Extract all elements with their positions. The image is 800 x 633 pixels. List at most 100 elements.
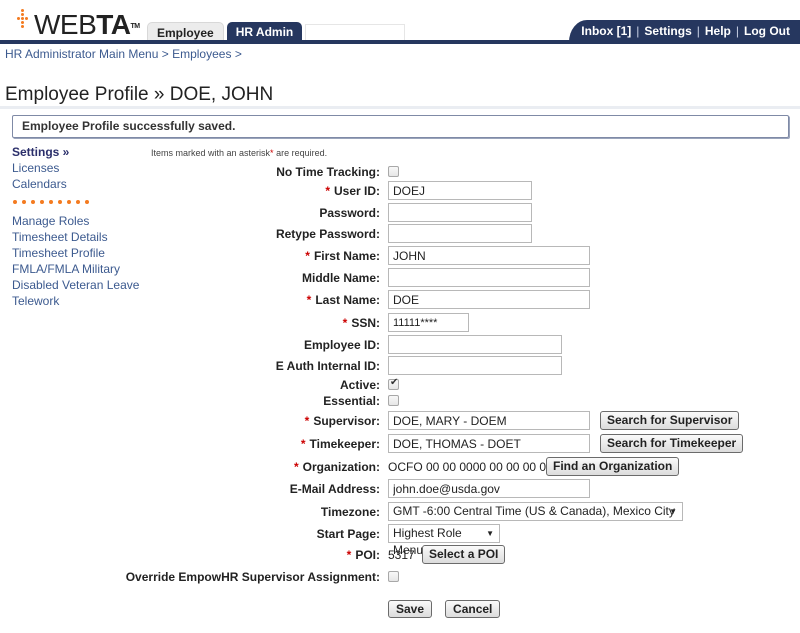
required-star-icon: * bbox=[346, 548, 352, 562]
start-page-label: Start Page: bbox=[316, 527, 380, 541]
header: WEBTATM Employee HR Admin Inbox [1] | Se… bbox=[0, 0, 800, 44]
password-label: Password: bbox=[319, 206, 380, 220]
row-override-empowhr: Override EmpowHR Supervisor Assignment: bbox=[0, 567, 800, 587]
poi-value: 5317 bbox=[388, 548, 415, 562]
supervisor-input[interactable] bbox=[388, 411, 590, 430]
row-no-time-tracking: No Time Tracking: bbox=[0, 162, 800, 182]
middle-name-input[interactable] bbox=[388, 268, 590, 287]
search-supervisor-button[interactable]: Search for Supervisor bbox=[600, 411, 740, 430]
ssn-label: * SSN: bbox=[342, 316, 380, 330]
retype-password-input[interactable] bbox=[388, 224, 532, 243]
tab-employee[interactable]: Employee bbox=[147, 22, 224, 41]
required-star-icon: * bbox=[342, 316, 348, 330]
row-user-id: * User ID: bbox=[0, 181, 800, 201]
required-star-icon: * bbox=[300, 437, 306, 451]
ssn-input[interactable] bbox=[388, 313, 469, 332]
row-essential: Essential: bbox=[0, 391, 800, 411]
last-name-label: * Last Name: bbox=[306, 293, 380, 307]
row-middle-name: Middle Name: bbox=[0, 268, 800, 288]
essential-label: Essential: bbox=[323, 394, 380, 408]
row-password: Password: bbox=[0, 203, 800, 223]
inbox-link[interactable]: Inbox [1] bbox=[581, 24, 631, 38]
first-name-input[interactable] bbox=[388, 246, 590, 265]
breadcrumb-separator: > bbox=[234, 47, 242, 61]
row-employee-id: Employee ID: bbox=[0, 335, 800, 355]
tab-blank bbox=[305, 24, 406, 41]
timekeeper-input[interactable] bbox=[388, 434, 590, 453]
email-label: E-Mail Address: bbox=[289, 482, 380, 496]
breadcrumb-employees[interactable]: Employees bbox=[172, 47, 231, 61]
nav-separator: | bbox=[735, 24, 740, 38]
no-time-tracking-checkbox[interactable] bbox=[388, 166, 399, 177]
main-tabs: Employee HR Admin bbox=[147, 22, 406, 41]
last-name-input[interactable] bbox=[388, 290, 590, 309]
row-email: E-Mail Address: bbox=[0, 479, 800, 499]
row-supervisor: *Supervisor: Search for Supervisor bbox=[0, 411, 800, 431]
organization-label: * Organization: bbox=[293, 460, 380, 474]
cancel-button[interactable]: Cancel bbox=[445, 600, 501, 618]
first-name-label: * First Name: bbox=[305, 249, 380, 263]
required-star-icon: * bbox=[293, 460, 299, 474]
row-poi: * POI: 5317 Select a POI bbox=[0, 545, 800, 565]
settings-link[interactable]: Settings bbox=[644, 24, 691, 38]
active-checkbox[interactable] bbox=[388, 377, 399, 390]
form-actions: Save Cancel bbox=[388, 600, 501, 618]
password-input[interactable] bbox=[388, 203, 532, 222]
employee-id-label: Employee ID: bbox=[303, 338, 380, 352]
row-retype-password: Retype Password: bbox=[0, 224, 800, 244]
timezone-select[interactable]: GMT -6:00 Central Time (US & Canada), Me… bbox=[388, 502, 683, 521]
select-poi-button[interactable]: Select a POI bbox=[422, 545, 506, 564]
email-input[interactable] bbox=[388, 479, 590, 498]
find-organization-button[interactable]: Find an Organization bbox=[546, 457, 680, 476]
row-timezone: Timezone: GMT -6:00 Central Time (US & C… bbox=[0, 502, 800, 522]
row-ssn: * SSN: bbox=[0, 313, 800, 333]
logout-link[interactable]: Log Out bbox=[744, 24, 790, 38]
start-page-select[interactable]: Highest Role Menu ▼ bbox=[388, 524, 500, 557]
required-star-icon: * bbox=[325, 184, 330, 198]
timekeeper-label: * Timekeeper: bbox=[300, 437, 380, 451]
required-star-icon: * bbox=[306, 293, 312, 307]
row-organization: * Organization: OCFO 00 00 0000 00 00 00 … bbox=[0, 457, 800, 477]
override-empowhr-label: Override EmpowHR Supervisor Assignment: bbox=[125, 570, 380, 584]
user-id-input[interactable] bbox=[388, 181, 532, 200]
row-last-name: * Last Name: bbox=[0, 290, 800, 310]
required-star-icon: * bbox=[305, 249, 310, 263]
required-star-icon: * bbox=[304, 414, 310, 428]
header-rule bbox=[0, 40, 800, 44]
required-note-text: Items marked with an asterisk bbox=[151, 148, 271, 158]
success-alert: Employee Profile successfully saved. bbox=[12, 115, 789, 138]
nav-separator: | bbox=[696, 24, 700, 38]
row-first-name: * First Name: bbox=[0, 246, 800, 266]
dropdown-arrow-icon: ▼ bbox=[486, 529, 494, 538]
logo-text: WEBTATM bbox=[34, 9, 140, 40]
logo-dots-icon bbox=[16, 9, 30, 28]
required-note: Items marked with an asterisk* are requi… bbox=[151, 148, 327, 158]
breadcrumb-hr-admin-main-menu[interactable]: HR Administrator Main Menu bbox=[5, 47, 158, 61]
active-label: Active: bbox=[339, 378, 380, 392]
row-start-page: Start Page: Highest Role Menu ▼ bbox=[0, 524, 800, 557]
essential-checkbox[interactable] bbox=[388, 395, 399, 406]
e-auth-id-label: E Auth Internal ID: bbox=[275, 359, 380, 373]
retype-password-label: Retype Password: bbox=[275, 227, 380, 241]
breadcrumb-separator: > bbox=[161, 47, 169, 61]
sidebar-item-settings[interactable]: Settings » bbox=[12, 144, 142, 160]
search-timekeeper-button[interactable]: Search for Timekeeper bbox=[600, 434, 744, 453]
save-button[interactable]: Save bbox=[388, 600, 433, 618]
supervisor-label: * Supervisor: bbox=[304, 414, 380, 428]
override-empowhr-checkbox[interactable] bbox=[388, 571, 399, 582]
user-nav: Inbox [1] | Settings | Help | Log Out bbox=[569, 20, 800, 42]
middle-name-label: Middle Name: bbox=[301, 271, 380, 285]
timezone-label: Timezone: bbox=[320, 505, 380, 519]
no-time-tracking-label: No Time Tracking: bbox=[276, 165, 380, 179]
tab-hr-admin[interactable]: HR Admin bbox=[226, 22, 303, 41]
nav-separator: | bbox=[636, 24, 640, 38]
user-id-label: * User ID: bbox=[325, 184, 380, 198]
row-timekeeper: *Timekeeper: Search for Timekeeper bbox=[0, 434, 800, 454]
e-auth-id-input[interactable] bbox=[388, 356, 562, 375]
employee-id-input[interactable] bbox=[388, 335, 562, 354]
help-link[interactable]: Help bbox=[705, 24, 731, 38]
dropdown-arrow-icon: ▼ bbox=[669, 507, 677, 516]
required-note-text-end: are required. bbox=[273, 148, 328, 158]
row-e-auth-id: E Auth Internal ID: bbox=[0, 356, 800, 376]
timezone-selected: GMT -6:00 Central Time (US & Canada), Me… bbox=[393, 504, 675, 518]
